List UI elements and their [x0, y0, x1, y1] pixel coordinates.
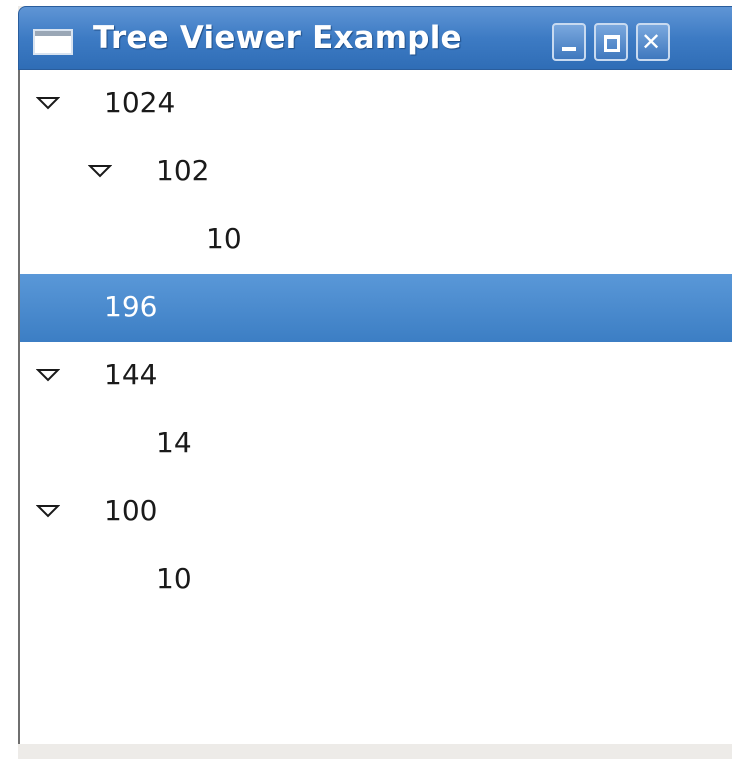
- minimize-button[interactable]: [552, 23, 586, 61]
- tree-row-selected[interactable]: 196: [20, 274, 732, 342]
- tree-row[interactable]: 144: [20, 342, 732, 410]
- tree-row-label: 100: [104, 494, 158, 527]
- close-icon: ✕: [641, 28, 662, 56]
- tree-row-label: 10: [206, 222, 242, 255]
- window-title: Tree Viewer Example: [93, 20, 462, 56]
- tree-row-label: 144: [104, 358, 158, 391]
- tree-row[interactable]: 10: [20, 546, 732, 614]
- close-button[interactable]: ✕: [636, 23, 670, 61]
- tree-row-label: 14: [156, 426, 192, 459]
- tree-row-label: 1024: [104, 86, 176, 119]
- tree-row[interactable]: 1024: [20, 70, 732, 138]
- tree-row-label: 102: [156, 154, 210, 187]
- title-bar[interactable]: Tree Viewer Example ✕: [18, 6, 732, 70]
- tree-row[interactable]: 102: [20, 138, 732, 206]
- window-icon: [33, 29, 73, 55]
- tree-row-label: 196: [104, 290, 158, 323]
- tree-view[interactable]: 1024 102 10 196 144 14 100 10: [18, 70, 732, 744]
- tree-row[interactable]: 10: [20, 206, 732, 274]
- tree-row[interactable]: 100: [20, 478, 732, 546]
- tree-row[interactable]: 14: [20, 410, 732, 478]
- tree-row-label: 10: [156, 562, 192, 595]
- app-window: Tree Viewer Example ✕ 1024 102 10 196 14…: [18, 6, 732, 759]
- maximize-button[interactable]: [594, 23, 628, 61]
